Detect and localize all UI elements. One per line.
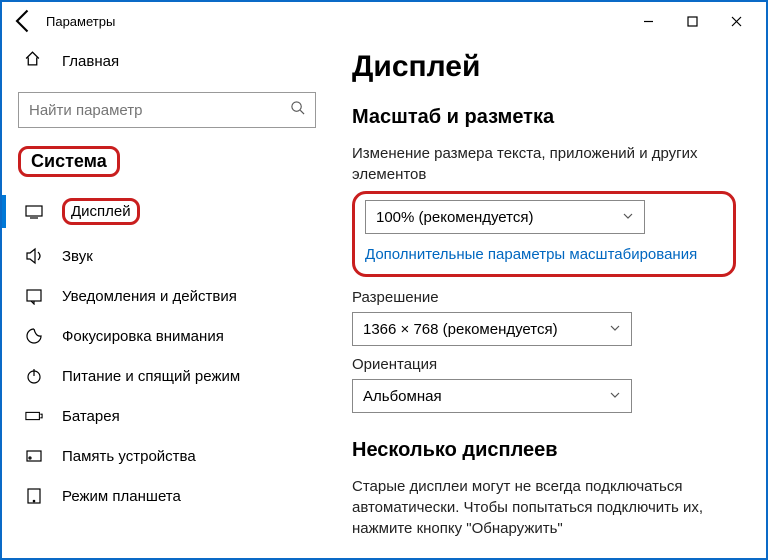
battery-icon (24, 407, 44, 425)
sidebar-item-tablet[interactable]: Режим планшета (18, 476, 316, 516)
sidebar-item-label: Звук (62, 248, 93, 265)
orientation-dropdown[interactable]: Альбомная (352, 379, 632, 413)
focus-icon (24, 327, 44, 345)
home-label: Главная (62, 53, 119, 70)
sidebar-item-focus[interactable]: Фокусировка внимания (18, 316, 316, 356)
minimize-button[interactable] (626, 6, 670, 36)
highlight-scale-area: 100% (рекомендуется) Дополнительные пара… (352, 191, 736, 277)
close-button[interactable] (714, 6, 758, 36)
page-title: Дисплей (352, 50, 736, 84)
orientation-label: Ориентация (352, 356, 736, 373)
orientation-value: Альбомная (363, 388, 442, 405)
scale-label: Изменение размера текста, приложений и д… (352, 143, 736, 185)
storage-icon (24, 447, 44, 465)
sidebar-item-label: Батарея (62, 408, 120, 425)
sound-icon (24, 247, 44, 265)
section-header: Система (18, 146, 316, 177)
resolution-dropdown[interactable]: 1366 × 768 (рекомендуется) (352, 312, 632, 346)
sidebar-item-display[interactable]: Дисплей (18, 187, 316, 236)
sidebar-item-label: Режим планшета (62, 488, 181, 505)
sidebar-item-power[interactable]: Питание и спящий режим (18, 356, 316, 396)
sidebar-item-label: Память устройства (62, 448, 196, 465)
scale-dropdown[interactable]: 100% (рекомендуется) (365, 200, 645, 234)
scale-value: 100% (рекомендуется) (376, 209, 533, 226)
maximize-button[interactable] (670, 6, 714, 36)
chevron-down-icon (622, 209, 634, 226)
window-title: Параметры (46, 14, 115, 29)
search-icon (290, 100, 305, 120)
display-icon (24, 203, 44, 221)
advanced-scaling-link[interactable]: Дополнительные параметры масштабирования (365, 246, 697, 263)
sidebar-item-notifications[interactable]: Уведомления и действия (18, 276, 316, 316)
sidebar: Главная Система Дисплей Звук Уведомления… (2, 40, 332, 558)
search-input[interactable] (18, 92, 316, 128)
back-button[interactable] (10, 7, 38, 35)
search-field[interactable] (29, 102, 290, 119)
resolution-label: Разрешение (352, 289, 736, 306)
sidebar-item-battery[interactable]: Батарея (18, 396, 316, 436)
home-icon (24, 50, 44, 72)
main-content: Дисплей Масштаб и разметка Изменение раз… (332, 40, 766, 558)
sidebar-item-label: Фокусировка внимания (62, 328, 224, 345)
scale-section-heading: Масштаб и разметка (352, 106, 736, 129)
resolution-value: 1366 × 768 (рекомендуется) (363, 321, 558, 338)
sidebar-item-label: Дисплей (71, 203, 131, 220)
multi-display-desc: Старые дисплеи могут не всегда подключат… (352, 476, 736, 539)
sidebar-item-label: Питание и спящий режим (62, 368, 240, 385)
home-nav[interactable]: Главная (18, 40, 316, 82)
chevron-down-icon (609, 388, 621, 405)
multi-display-heading: Несколько дисплеев (352, 439, 736, 462)
chevron-down-icon (609, 321, 621, 338)
tablet-icon (24, 487, 44, 505)
sidebar-item-sound[interactable]: Звук (18, 236, 316, 276)
sidebar-item-label: Уведомления и действия (62, 288, 237, 305)
power-icon (24, 367, 44, 385)
sidebar-item-storage[interactable]: Память устройства (18, 436, 316, 476)
notifications-icon (24, 287, 44, 305)
